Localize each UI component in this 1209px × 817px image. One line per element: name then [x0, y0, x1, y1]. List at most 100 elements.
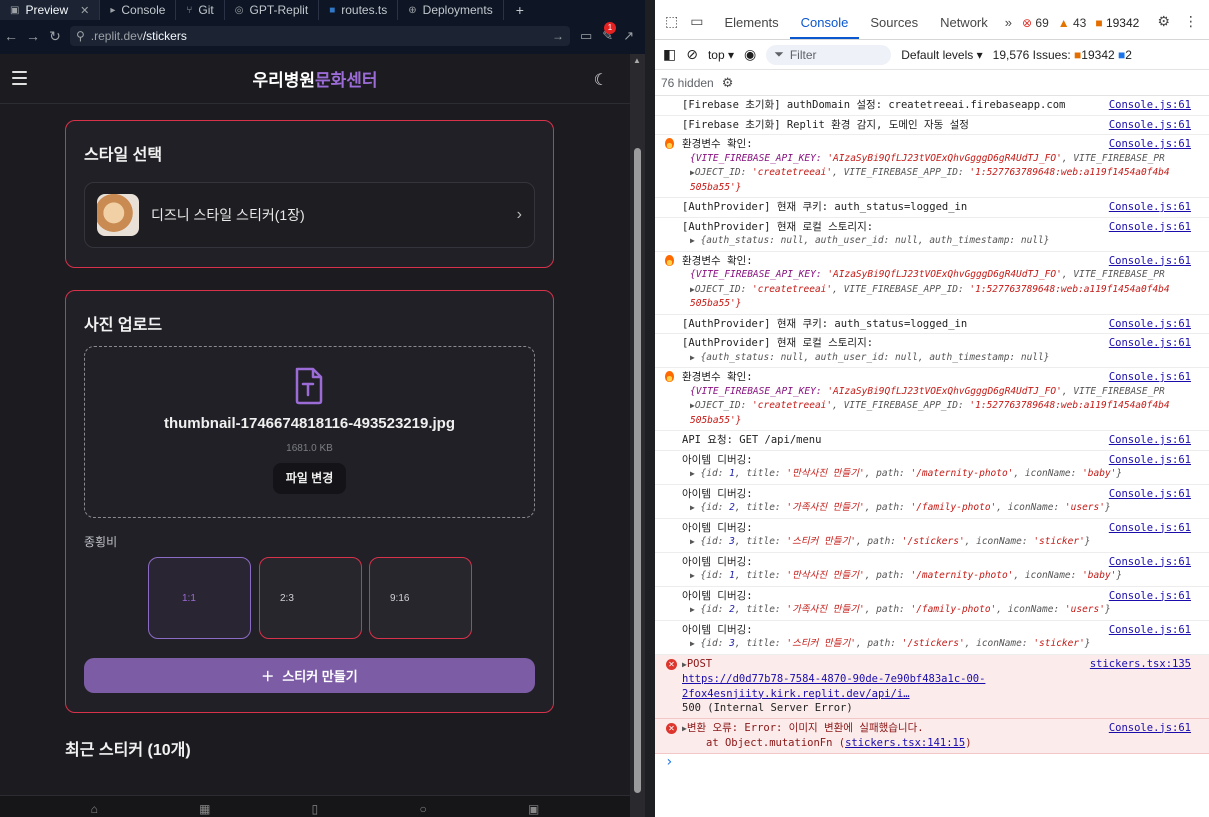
reload-icon[interactable]: ↻	[44, 28, 66, 45]
settings-gear-icon[interactable]: ⚙	[1157, 13, 1170, 30]
source-link[interactable]: Console.js:61	[1109, 200, 1191, 215]
open-new-window-icon[interactable]: ↗	[623, 28, 634, 44]
item-object[interactable]: ▶ {id: 2, title: '가족사진 만들기', path: '/fam…	[682, 603, 1191, 618]
tab-git[interactable]: ⑂ Git	[176, 0, 225, 20]
expand-triangle-icon[interactable]: ▶	[690, 639, 695, 648]
tab-elements[interactable]: Elements	[713, 15, 789, 39]
ts-file-icon: ■	[329, 4, 336, 16]
screen: ▣ Preview ✕ ▸ Console ⑂ Git ◎ GPT-Replit ■ rou…	[0, 0, 1209, 817]
expand-triangle-icon[interactable]: ▶	[690, 469, 695, 478]
item-object[interactable]: ▶ {id: 3, title: '스티커 만들기', path: '/stic…	[682, 637, 1191, 652]
source-link[interactable]: Console.js:61	[1109, 721, 1191, 736]
source-link[interactable]: Console.js:61	[1109, 521, 1191, 536]
ratio-option-1-1[interactable]: 1:1	[148, 557, 251, 639]
source-link[interactable]: Console.js:61	[1109, 254, 1191, 269]
bookmark-icon[interactable]: ▯	[312, 802, 319, 817]
source-link[interactable]: Console.js:61	[1109, 487, 1191, 502]
style-option-label: 디즈니 스타일 스티커(1장)	[151, 207, 305, 223]
console-message: [Firebase 초기화] authDomain 설정: createtree…	[655, 96, 1209, 116]
tab-deployments[interactable]: ⊕ Deployments	[398, 0, 504, 20]
menu-icon[interactable]	[12, 71, 27, 89]
item-object[interactable]: ▶ {id: 3, title: '스티커 만들기', path: '/stic…	[682, 535, 1191, 550]
expand-triangle-icon[interactable]: ▶	[690, 236, 695, 245]
source-link[interactable]: Console.js:61	[1109, 555, 1191, 570]
expand-triangle-icon[interactable]: ▶	[690, 503, 695, 512]
ratio-option-2-3[interactable]: 2:3	[259, 557, 362, 639]
console-settings-icon[interactable]: ⚙	[722, 75, 734, 91]
tab-console[interactable]: ▸ Console	[100, 0, 177, 20]
tab-preview[interactable]: ▣ Preview ✕	[0, 0, 101, 20]
home-icon[interactable]: ⌂	[91, 802, 98, 817]
forward-arrow-icon[interactable]: →	[22, 28, 44, 44]
back-arrow-icon[interactable]: ←	[0, 28, 22, 44]
request-url-link[interactable]: https://d0d77b78-7584-4870-90de-7e90bf48…	[682, 673, 985, 700]
item-object[interactable]: ▶ {id: 1, title: '만삭사진 만들기', path: '/mat…	[682, 569, 1191, 584]
inspect-icon[interactable]: ⬚	[665, 13, 678, 30]
scrollbar-thumb[interactable]	[634, 148, 641, 793]
preview-icon: ▣	[10, 4, 20, 16]
source-link[interactable]: stickers.tsx:135	[1090, 657, 1191, 672]
sidebar-toggle-icon[interactable]: ◧	[663, 46, 676, 63]
clear-console-icon[interactable]: ⊘	[686, 46, 698, 63]
change-file-button[interactable]: 파일 변경	[273, 463, 346, 494]
env-object[interactable]: {VITE_FIREBASE_API_KEY: 'AIzaSyBi9QfLJ23…	[682, 385, 1191, 400]
console-message-item: 아이템 디버깅: Console.js:61 ▶ {id: 2, title: '…	[655, 587, 1209, 621]
tab-sources[interactable]: Sources	[859, 15, 929, 39]
item-object[interactable]: ▶ {id: 1, title: '만삭사진 만들기', path: '/mat…	[682, 467, 1191, 482]
source-link[interactable]: Console.js:61	[1109, 623, 1191, 638]
source-link[interactable]: Console.js:61	[1109, 336, 1191, 351]
warning-count[interactable]: ▲ 43	[1058, 16, 1087, 30]
more-tabs-icon[interactable]: »	[999, 15, 1018, 39]
tab-network[interactable]: Network	[929, 15, 999, 39]
context-select[interactable]: top ▾	[708, 48, 734, 62]
expand-triangle-icon[interactable]: ▶	[690, 571, 695, 580]
source-link[interactable]: Console.js:61	[1109, 433, 1191, 448]
close-icon[interactable]: ✕	[80, 4, 89, 17]
source-link[interactable]: Console.js:61	[1109, 370, 1191, 385]
preview-scrollbar[interactable]: ▲	[630, 54, 645, 817]
error-count[interactable]: ⊗ 69	[1022, 16, 1049, 30]
source-link[interactable]: Console.js:61	[1109, 137, 1191, 152]
style-card: 스타일 선택 디즈니 스타일 스티커(1장) ›	[65, 120, 554, 268]
log-levels-select[interactable]: Default levels ▾	[901, 48, 982, 62]
device-toggle-icon[interactable]: ▭	[690, 13, 703, 30]
storage-object[interactable]: ▶ {auth_status: null, auth_user_id: null…	[682, 351, 1191, 366]
tab-routes[interactable]: ■ routes.ts	[319, 0, 399, 20]
tab-console-devtools[interactable]: Console	[789, 15, 860, 39]
url-input[interactable]: ⚲ .replit.dev/stickers →	[70, 26, 570, 46]
new-tab-button[interactable]: +	[504, 0, 536, 20]
item-object[interactable]: ▶ {id: 2, title: '가족사진 만들기', path: '/fam…	[682, 501, 1191, 516]
expand-triangle-icon[interactable]: ▶	[690, 353, 695, 362]
storage-object[interactable]: ▶ {auth_status: null, auth_user_id: null…	[682, 234, 1191, 249]
stack-frame-link[interactable]: stickers.tsx:141:15	[845, 737, 965, 749]
image-plus-icon[interactable]: ▦	[199, 802, 210, 817]
brand-title[interactable]: 우리병원문화센터	[252, 66, 377, 91]
gallery-icon[interactable]: ▣	[528, 802, 539, 817]
upload-dropzone[interactable]: thumbnail-1746674818116-493523219.jpg 16…	[84, 346, 535, 518]
devices-icon[interactable]: ▭	[580, 28, 592, 44]
eye-icon[interactable]: ◉	[744, 46, 756, 63]
issues-summary[interactable]: 19,576 Issues: ■19342 ■2	[993, 48, 1132, 62]
source-link[interactable]: Console.js:61	[1109, 589, 1191, 604]
tab-gpt-replit[interactable]: ◎ GPT-Replit	[225, 0, 320, 20]
go-arrow-icon[interactable]: →	[552, 29, 564, 43]
source-link[interactable]: Console.js:61	[1109, 453, 1191, 468]
env-object[interactable]: {VITE_FIREBASE_API_KEY: 'AIzaSyBi9QfLJ23…	[682, 152, 1191, 167]
console-error-conversion: ✕ ▶변환 오류: Error: 이미지 변환에 실패했습니다. Console…	[655, 718, 1209, 754]
source-link[interactable]: Console.js:61	[1109, 317, 1191, 332]
issues-badge[interactable]: ■ 19342	[1095, 16, 1139, 30]
style-select[interactable]: 디즈니 스타일 스티커(1장) ›	[84, 182, 535, 248]
ratio-option-9-16[interactable]: 9:16	[369, 557, 472, 639]
env-object[interactable]: {VITE_FIREBASE_API_KEY: 'AIzaSyBi9QfLJ23…	[682, 268, 1191, 283]
expand-triangle-icon[interactable]: ▶	[690, 537, 695, 546]
expand-triangle-icon[interactable]: ▶	[690, 605, 695, 614]
kebab-menu-icon[interactable]: ⋮	[1184, 13, 1198, 30]
source-link[interactable]: Console.js:61	[1109, 98, 1191, 113]
filter-input[interactable]: ⏷ Filter	[766, 44, 892, 65]
source-link[interactable]: Console.js:61	[1109, 220, 1191, 235]
make-sticker-button[interactable]: ＋ 스티커 만들기	[84, 658, 535, 693]
console-prompt[interactable]: ›	[655, 754, 1209, 778]
circle-icon[interactable]: ○	[420, 802, 427, 817]
moon-icon[interactable]: ☾	[594, 70, 608, 90]
source-link[interactable]: Console.js:61	[1109, 118, 1191, 133]
